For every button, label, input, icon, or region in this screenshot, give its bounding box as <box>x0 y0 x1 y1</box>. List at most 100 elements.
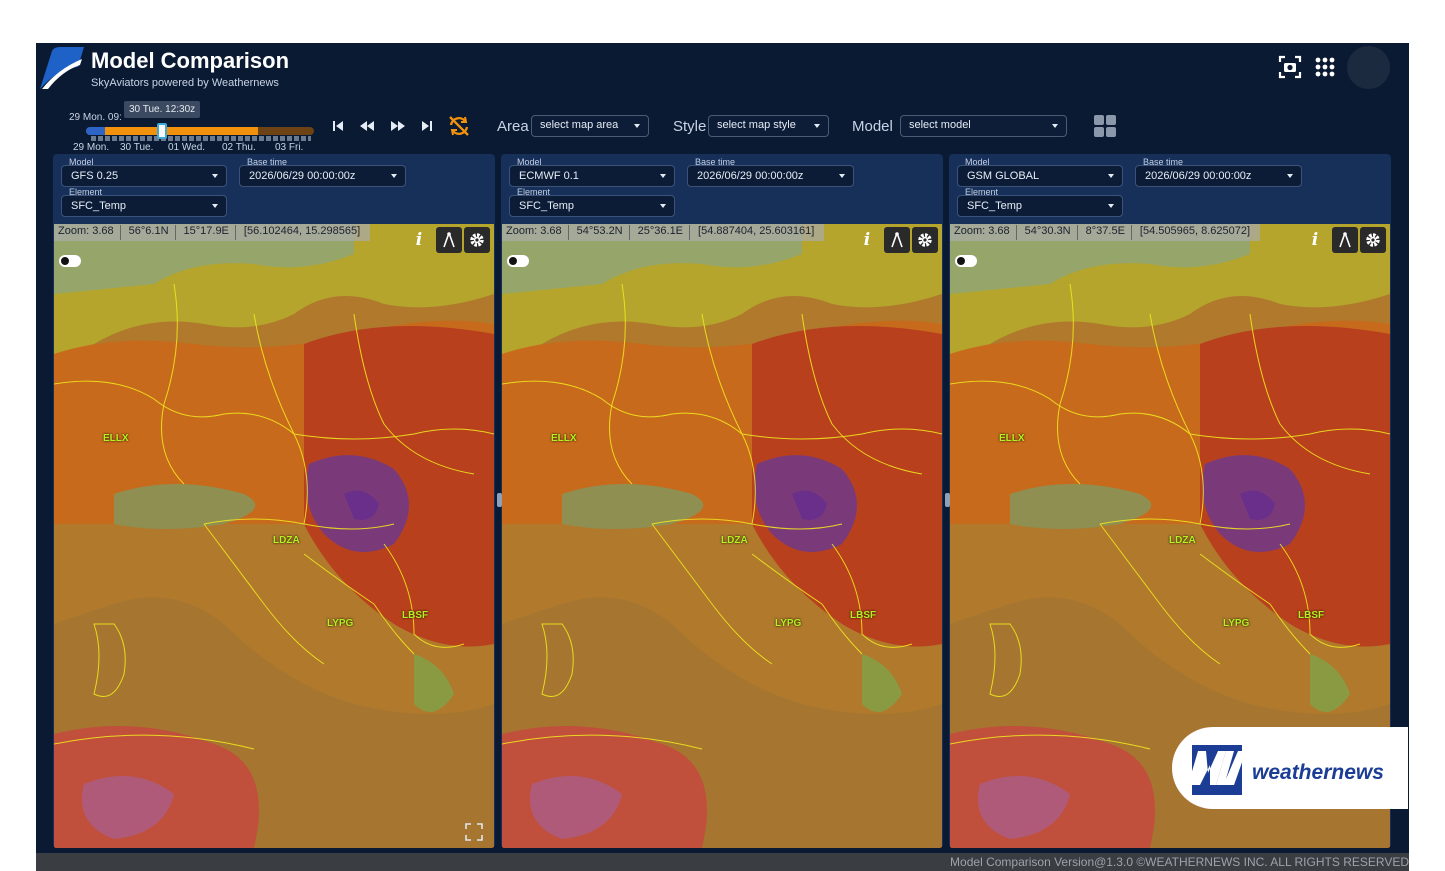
panel-base-time-select[interactable]: 2026/06/29 00:00:00z <box>687 165 854 187</box>
area-select[interactable]: select map area <box>531 115 649 137</box>
timeline-day-label: 03 Fri. <box>275 142 304 153</box>
panel-resize-handle[interactable] <box>497 493 502 507</box>
style-select-value: select map style <box>717 119 796 131</box>
timeline-past-segment <box>86 127 105 135</box>
airport-label: LDZA <box>721 535 748 546</box>
panel-base-time-select[interactable]: 2026/06/29 00:00:00z <box>1135 165 1302 187</box>
timeline-bar[interactable] <box>86 127 314 135</box>
skip-to-start-icon[interactable] <box>325 113 351 139</box>
model-select-value: select model <box>909 119 971 131</box>
info-icon[interactable]: i <box>406 227 432 253</box>
cursor-longitude: 15°17.9E <box>184 225 236 240</box>
chevron-down-icon <box>212 174 218 178</box>
app-grid-icon[interactable] <box>1309 51 1341 83</box>
panel-element-value: SFC_Temp <box>967 200 1023 212</box>
timeline-day-label: 02 Thu. <box>222 142 256 153</box>
panel-model-select[interactable]: ECMWF 0.1 <box>509 165 675 187</box>
style-label: Style <box>673 118 707 135</box>
overlay-toggle[interactable] <box>59 255 81 267</box>
compass-icon[interactable] <box>884 227 910 253</box>
rewind-icon[interactable] <box>354 113 380 139</box>
timeline-handle[interactable] <box>157 123 167 139</box>
panel-element-value: SFC_Temp <box>519 200 575 212</box>
chevron-down-icon <box>1108 204 1114 208</box>
timeline-ticks <box>91 136 311 141</box>
area-select-value: select map area <box>540 119 619 131</box>
layout-grid-icon[interactable] <box>1093 114 1117 138</box>
airport-label: LYPG <box>775 618 802 629</box>
panel-resize-handle[interactable] <box>945 493 950 507</box>
timeline-day-label: 30 Tue. <box>120 142 154 153</box>
cursor-latitude: 54°53.2N <box>577 225 630 240</box>
weathernews-logo: weathernews <box>1172 727 1408 809</box>
map-info-strip: Zoom: 3.68 54°30.3N 8°37.5E [54.505965, … <box>950 224 1261 241</box>
cursor-coordinates: [54.887404, 25.603161] <box>698 225 815 237</box>
weather-map[interactable]: Zoom: 3.68 54°53.2N 25°36.1E [54.887404,… <box>502 224 942 848</box>
chevron-down-icon <box>660 174 666 178</box>
cursor-coordinates: [54.505965, 8.625072] <box>1139 225 1251 237</box>
panel-model-select[interactable]: GFS 0.25 <box>61 165 227 187</box>
cursor-longitude: 25°36.1E <box>638 225 691 240</box>
chevron-down-icon <box>1287 174 1293 178</box>
weathernews-mark <box>1188 745 1246 795</box>
airport-label: ELLX <box>551 433 577 444</box>
settings-icon[interactable] <box>1360 227 1386 253</box>
user-avatar[interactable] <box>1347 46 1390 89</box>
panel-element-select[interactable]: SFC_Temp <box>509 195 675 217</box>
cursor-latitude: 54°30.3N <box>1025 225 1078 240</box>
panel-base-time-value: 2026/06/29 00:00:00z <box>697 170 804 182</box>
style-select[interactable]: select map style <box>708 115 829 137</box>
skip-to-end-icon[interactable] <box>414 113 440 139</box>
map-info-strip: Zoom: 3.68 56°6.1N 15°17.9E [56.102464, … <box>54 224 371 241</box>
settings-icon[interactable] <box>464 227 490 253</box>
overlay-toggle[interactable] <box>507 255 529 267</box>
panel-element-value: SFC_Temp <box>71 200 127 212</box>
panel-model-select[interactable]: GSM GLOBAL <box>957 165 1123 187</box>
panel-model-value: GSM GLOBAL <box>967 170 1040 182</box>
panel-base-time-select[interactable]: 2026/06/29 00:00:00z <box>239 165 406 187</box>
chevron-down-icon <box>391 174 397 178</box>
overlay-toggle[interactable] <box>955 255 977 267</box>
chevron-down-icon <box>1052 124 1058 128</box>
panel-base-time-value: 2026/06/29 00:00:00z <box>249 170 356 182</box>
cursor-coordinates: [56.102464, 15.298565] <box>243 225 361 237</box>
timeline-current-label: 29 Mon. 09: <box>69 112 122 123</box>
page-title: Model Comparison <box>91 48 290 73</box>
expand-icon[interactable] <box>464 822 484 842</box>
zoom-level: Zoom: 3.68 <box>954 225 1017 240</box>
chevron-down-icon <box>634 124 640 128</box>
timeline-tooltip: 30 Tue. 12:30z <box>124 101 201 118</box>
page-subtitle: SkyAviators powered by Weathernews <box>91 77 279 89</box>
comparison-panel: Model GFS 0.25 Base time 2026/06/29 00:0… <box>53 154 495 848</box>
fast-forward-icon[interactable] <box>385 113 411 139</box>
cursor-longitude: 8°37.5E <box>1086 225 1132 240</box>
info-icon[interactable]: i <box>854 227 880 253</box>
compass-icon[interactable] <box>1332 227 1358 253</box>
panel-model-value: GFS 0.25 <box>71 170 119 182</box>
timeline-day-label: 01 Wed. <box>168 142 206 153</box>
sync-off-icon[interactable] <box>446 113 472 139</box>
timeline-fill <box>105 127 258 135</box>
zoom-level: Zoom: 3.68 <box>58 225 121 240</box>
footer-copyright: Model Comparison Version@1.3.0 ©WEATHERN… <box>36 853 1409 871</box>
camera-capture-icon[interactable] <box>1274 51 1306 83</box>
airport-label: LYPG <box>1223 618 1250 629</box>
model-label: Model <box>852 118 893 135</box>
chevron-down-icon <box>839 174 845 178</box>
panel-base-time-value: 2026/06/29 00:00:00z <box>1145 170 1252 182</box>
panel-element-select[interactable]: SFC_Temp <box>61 195 227 217</box>
chevron-down-icon <box>1108 174 1114 178</box>
weathernews-wordmark: weathernews <box>1252 761 1384 784</box>
weather-map[interactable]: Zoom: 3.68 56°6.1N 15°17.9E [56.102464, … <box>54 224 494 848</box>
info-icon[interactable]: i <box>1302 227 1328 253</box>
comparison-panel: Model ECMWF 0.1 Base time 2026/06/29 00:… <box>501 154 943 848</box>
map-info-strip: Zoom: 3.68 54°53.2N 25°36.1E [54.887404,… <box>502 224 825 241</box>
airport-label: ELLX <box>103 433 129 444</box>
compass-icon[interactable] <box>436 227 462 253</box>
area-label: Area <box>497 118 529 135</box>
model-select[interactable]: select model <box>900 115 1067 137</box>
settings-icon[interactable] <box>912 227 938 253</box>
chevron-down-icon <box>814 124 820 128</box>
panel-element-select[interactable]: SFC_Temp <box>957 195 1123 217</box>
airport-label: LYPG <box>327 618 354 629</box>
